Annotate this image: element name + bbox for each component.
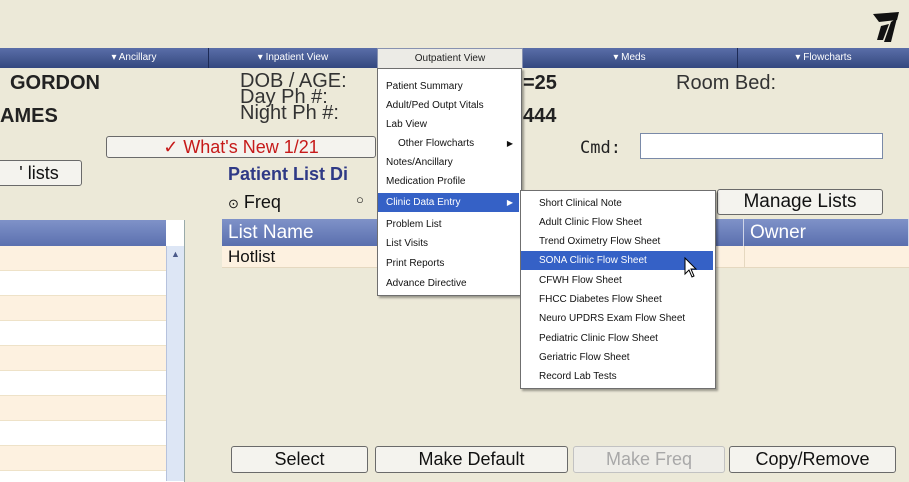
scroll-up-icon[interactable]: ▲ bbox=[167, 249, 184, 259]
left-list-header bbox=[0, 220, 166, 247]
submenu-item-pediatric-clinic[interactable]: Pediatric Clinic Flow Sheet bbox=[521, 329, 713, 348]
patient-last-name: GORDON bbox=[10, 72, 100, 94]
room-bed-label: Room Bed: bbox=[676, 72, 777, 94]
submenu-arrow-icon: ▶ bbox=[506, 198, 513, 207]
menu-item-clinic-data-entry[interactable]: Clinic Data Entry ▶ bbox=[378, 193, 519, 212]
phone-value: 444 bbox=[523, 105, 557, 127]
manage-lists-button[interactable]: Manage Lists bbox=[717, 189, 883, 215]
menu-outpatient-label: Outpatient View bbox=[414, 53, 486, 64]
menu-flowcharts[interactable]: ▾ Flowcharts bbox=[738, 48, 909, 68]
list-row[interactable] bbox=[0, 271, 166, 296]
list-row[interactable] bbox=[0, 346, 166, 371]
make-default-button[interactable]: Make Default bbox=[375, 446, 568, 473]
list-row[interactable] bbox=[0, 371, 166, 396]
menu-item-patient-summary[interactable]: Patient Summary bbox=[378, 77, 519, 96]
list-row[interactable] bbox=[0, 246, 166, 271]
lists-button[interactable]: ' lists bbox=[0, 160, 82, 186]
outpatient-menu: Patient Summary Adult/Ped Outpt Vitals L… bbox=[377, 68, 522, 296]
column-header-owner[interactable]: Owner bbox=[744, 219, 909, 246]
left-list-scrollbar[interactable]: ▲ bbox=[166, 246, 184, 481]
night-phone-label: Night Ph #: bbox=[240, 102, 339, 124]
whats-new-button[interactable]: ✓ What's New 1/21 bbox=[106, 136, 376, 158]
copy-remove-button[interactable]: Copy/Remove bbox=[729, 446, 896, 473]
menu-meds-label: ▾ Meds bbox=[613, 52, 646, 63]
make-freq-button: Make Freq bbox=[573, 446, 725, 473]
freq-radio-label: Freq bbox=[243, 192, 281, 212]
radio-checked-icon: ⊙ bbox=[228, 196, 239, 211]
menu-ancillary-label: ▾ Ancillary bbox=[111, 52, 157, 63]
menu-item-lab-view[interactable]: Lab View bbox=[378, 115, 519, 134]
list-row[interactable] bbox=[0, 321, 166, 346]
submenu-item-geriatric-flow-sheet[interactable]: Geriatric Flow Sheet bbox=[521, 348, 713, 367]
menu-item-problem-list[interactable]: Problem List bbox=[378, 215, 519, 234]
list-row[interactable] bbox=[0, 296, 166, 321]
menu-item-adult-ped-vitals[interactable]: Adult/Ped Outpt Vitals bbox=[378, 96, 519, 115]
cmd-label: Cmd: bbox=[580, 138, 621, 158]
freq-radio[interactable]: ⊙ Freq bbox=[228, 192, 281, 213]
clinic-data-entry-label: Clinic Data Entry bbox=[386, 197, 461, 208]
menu-item-advance-directive[interactable]: Advance Directive bbox=[378, 274, 519, 293]
clinic-data-entry-submenu: Short Clinical Note Adult Clinic Flow Sh… bbox=[520, 190, 716, 389]
list-row[interactable] bbox=[0, 446, 166, 471]
submenu-arrow-icon: ▶ bbox=[506, 139, 513, 148]
menu-item-print-reports[interactable]: Print Reports bbox=[378, 254, 519, 273]
select-button[interactable]: Select bbox=[231, 446, 368, 473]
top-toolbar bbox=[0, 0, 909, 48]
table-row-owner[interactable] bbox=[744, 246, 909, 268]
other-flowcharts-label: Other Flowcharts bbox=[398, 138, 475, 149]
submenu-item-adult-clinic-flow-sheet[interactable]: Adult Clinic Flow Sheet bbox=[521, 213, 713, 232]
menu-inpatient-label: ▾ Inpatient View bbox=[257, 52, 329, 63]
submenu-item-trend-oximetry[interactable]: Trend Oximetry Flow Sheet bbox=[521, 232, 713, 251]
cmd-input[interactable] bbox=[640, 133, 883, 159]
menu-inpatient-view[interactable]: ▾ Inpatient View bbox=[209, 48, 378, 68]
menu-item-list-visits[interactable]: List Visits bbox=[378, 234, 519, 253]
age-value: =25 bbox=[523, 72, 557, 94]
list-row[interactable] bbox=[0, 421, 166, 446]
menu-item-notes-ancillary[interactable]: Notes/Ancillary bbox=[378, 153, 519, 172]
app-logo-icon bbox=[873, 12, 899, 42]
submenu-item-short-clinical-note[interactable]: Short Clinical Note bbox=[521, 194, 713, 213]
patient-list-title: Patient List Di bbox=[228, 164, 349, 184]
menu-meds[interactable]: ▾ Meds bbox=[522, 48, 738, 68]
menu-ancillary[interactable]: ▾ Ancillary bbox=[0, 48, 209, 68]
menu-flowcharts-label: ▾ Flowcharts bbox=[795, 52, 852, 63]
menu-outpatient-view[interactable]: Outpatient View bbox=[377, 48, 523, 68]
other-radio-icon[interactable]: ○ bbox=[356, 192, 364, 207]
submenu-item-record-lab-tests[interactable]: Record Lab Tests bbox=[521, 367, 713, 386]
list-row[interactable] bbox=[0, 396, 166, 421]
menu-item-medication-profile[interactable]: Medication Profile bbox=[378, 172, 519, 191]
mouse-cursor-icon bbox=[684, 257, 698, 278]
submenu-item-neuro-updrs[interactable]: Neuro UPDRS Exam Flow Sheet bbox=[521, 309, 713, 328]
submenu-item-fhcc-diabetes[interactable]: FHCC Diabetes Flow Sheet bbox=[521, 290, 713, 309]
patient-first-name: AMES bbox=[0, 105, 58, 127]
main-menu-bar: ▾ Ancillary ▾ Inpatient View Outpatient … bbox=[0, 48, 909, 68]
menu-item-other-flowcharts[interactable]: Other Flowcharts ▶ bbox=[378, 134, 519, 153]
